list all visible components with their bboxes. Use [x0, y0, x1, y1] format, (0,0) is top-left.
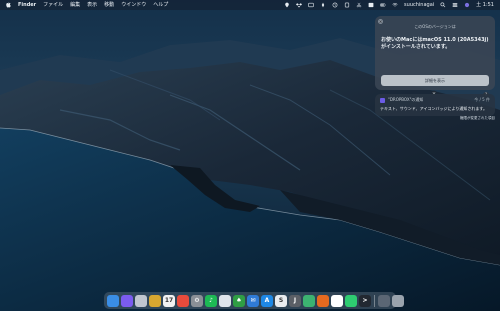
dock-downloads-icon[interactable]	[378, 294, 390, 307]
siri-icon[interactable]	[464, 2, 470, 8]
dock-system-preferences-icon[interactable]: ⚙	[191, 294, 203, 307]
dropbox-icon[interactable]	[296, 2, 303, 8]
notification2-text: テキスト、サウンド、アイコンバッジにより通知されます。	[380, 106, 487, 111]
dock-messages-icon[interactable]	[303, 294, 315, 307]
dock-j-app-icon[interactable]: J	[289, 294, 301, 307]
time-machine-icon[interactable]	[332, 2, 338, 8]
dock-firefox-icon[interactable]	[317, 294, 329, 307]
dock-terminal-icon[interactable]: >	[359, 294, 371, 307]
close-icon[interactable]: ×	[378, 19, 383, 24]
menu-edit[interactable]: 編集	[70, 0, 80, 10]
dock-app-store-icon[interactable]: A	[261, 294, 273, 307]
wifi-icon[interactable]	[392, 2, 398, 8]
dock-reminders-icon[interactable]	[177, 294, 189, 307]
dock-feedly-icon[interactable]: ♠	[233, 294, 245, 307]
control-center-icon[interactable]	[452, 2, 458, 8]
apple-menu-icon[interactable]	[6, 2, 11, 8]
dock-mail-icon[interactable]: ✉	[247, 294, 259, 307]
dock-preview-icon[interactable]	[219, 294, 231, 307]
menu-view[interactable]: 表示	[87, 0, 97, 10]
dock-photos-icon[interactable]	[345, 294, 357, 307]
dropbox-app-icon	[380, 97, 385, 103]
dock-chrome-icon[interactable]	[331, 294, 343, 307]
menu-clock[interactable]: 土 1:51	[476, 0, 494, 10]
dock-siri-icon[interactable]	[121, 294, 133, 307]
input-method-icon[interactable]	[368, 2, 374, 8]
battery-icon[interactable]	[380, 2, 386, 8]
notification-body: お使いのMacにはmacOS 11.0 (20A5343j) がインストールされ…	[381, 37, 489, 50]
search-icon[interactable]	[440, 2, 446, 8]
menu-go[interactable]: 移動	[104, 0, 114, 10]
os-version-notification[interactable]: × このOSのバージョンは お使いのMacにはmacOS 11.0 (20A53…	[375, 16, 495, 98]
dock-s-app-icon[interactable]: S	[275, 294, 287, 307]
dock-finder-icon[interactable]	[107, 294, 119, 307]
scissors-icon[interactable]	[356, 2, 362, 8]
location-pin-icon[interactable]	[284, 2, 290, 8]
notification2-time: 今 / 5 件	[474, 97, 490, 102]
dock-spotify-icon[interactable]: ♪	[205, 294, 217, 307]
menu-bar: Finder ファイル 編集 表示 移動 ウインドウ ヘルプ suuchinag…	[0, 0, 500, 10]
menu-file[interactable]: ファイル	[43, 0, 63, 10]
screen-record-icon[interactable]	[308, 2, 314, 8]
dock-trash-icon[interactable]	[392, 294, 404, 307]
show-details-button[interactable]: 詳細を表示	[381, 75, 489, 86]
dock-calendar-icon[interactable]: 17	[163, 294, 175, 307]
dock-notes-icon[interactable]	[149, 294, 161, 307]
menu-app-name[interactable]: Finder	[18, 0, 36, 10]
clipboard-icon[interactable]	[344, 2, 350, 8]
rocket-icon[interactable]	[320, 2, 326, 8]
menu-help[interactable]: ヘルプ	[153, 0, 168, 10]
notification-title: このOSのバージョンは	[414, 24, 456, 29]
notification2-app-label: "DROPBOX"の通知	[388, 97, 424, 102]
menu-window[interactable]: ウインドウ	[121, 0, 146, 10]
dock-separator	[374, 294, 375, 307]
dock-launchpad-icon[interactable]	[135, 294, 147, 307]
dock: 17 ⚙ ♪ ♠ ✉ A S J >	[104, 292, 404, 309]
permission-changed-label: 権限が変更された項目	[460, 116, 495, 120]
user-name[interactable]: suuchinagai	[404, 0, 434, 10]
dropbox-notification[interactable]: "DROPBOX"の通知 今 / 5 件 テキスト、サウンド、アイコンバッジによ…	[375, 94, 495, 116]
